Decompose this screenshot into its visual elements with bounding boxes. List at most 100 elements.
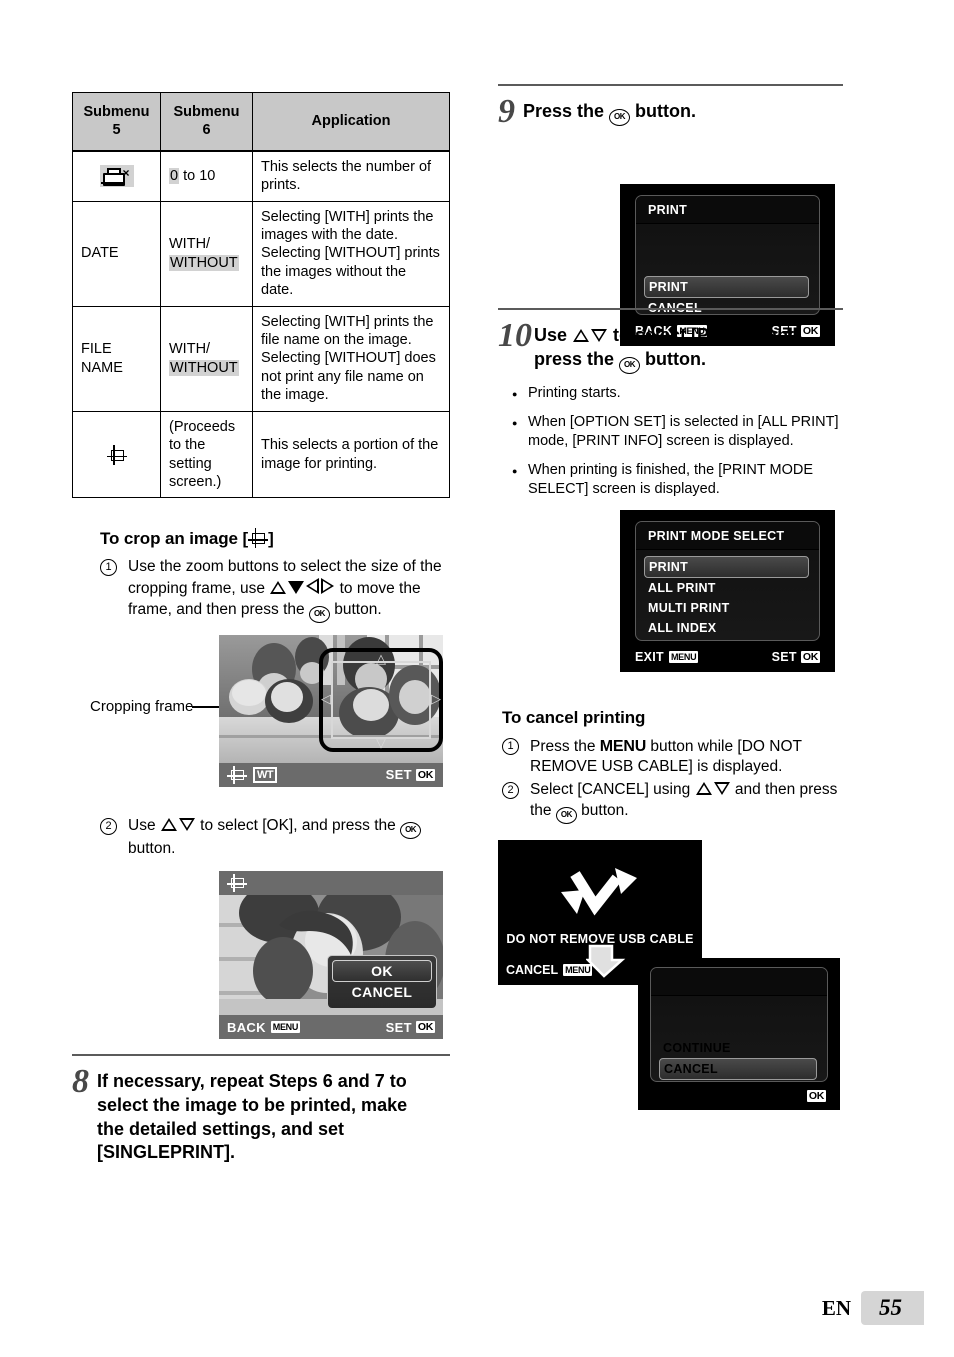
header-line1: Submenu (83, 104, 150, 120)
cancel-step-1: 1 Press the MENU button while [DO NOT RE… (502, 736, 843, 778)
set-label: SET (777, 1088, 803, 1103)
option-print-order[interactable]: PRINT ORDER (636, 638, 819, 640)
ok-cancel-popup[interactable]: OK CANCEL (327, 955, 437, 1010)
step-text-a: Use (128, 816, 160, 834)
crop-icon (227, 874, 247, 893)
note-item: When [OPTION SET] is selected in [ALL PR… (512, 413, 843, 452)
ok-key[interactable]: OK (415, 768, 435, 781)
ok-button-icon: OK (400, 821, 422, 839)
step-marker: 1 (100, 559, 117, 577)
table-row: FILE NAME WITH/WITHOUT Selecting [WITH] … (72, 305, 450, 412)
print-mode-footer: EXIT MENU SET OK (621, 643, 834, 671)
step-number: 9 (498, 93, 515, 130)
ok-key[interactable]: OK (800, 650, 820, 663)
option-all-print[interactable]: ALL PRINT (636, 578, 819, 598)
menu-key[interactable]: MENU (270, 1021, 301, 1034)
note-item: When printing is finished, the [PRINT MO… (512, 461, 843, 500)
cell-application-prints: This selects the number of prints. (252, 150, 450, 202)
step-text-a: Use (534, 325, 573, 346)
lcd-panel: PRINT MODE SELECT PRINT ALL PRINT MULTI … (635, 520, 820, 641)
exit-hint: EXIT MENU (635, 649, 699, 664)
submenu-application-table: Submenu 5 Submenu 6 Application × 0 to 1… (72, 91, 450, 499)
zoom-wt-key[interactable]: WT (253, 766, 278, 783)
option-print[interactable]: PRINT (644, 555, 809, 578)
option-line2-highlighted: WITHOUT (169, 254, 239, 271)
option-all-index[interactable]: ALL INDEX (636, 618, 819, 638)
flow-arrow-icon (586, 944, 626, 978)
option-multi-print[interactable]: MULTI PRINT (636, 598, 819, 618)
table-row: DATE WITH/WITHOUT Selecting [WITH] print… (72, 200, 450, 307)
page-number: 55 (861, 1291, 924, 1325)
arrow-down-icon (591, 329, 608, 343)
menu-key[interactable]: MENU (668, 650, 699, 663)
arrow-right-icon (321, 577, 335, 594)
set-ok-hint: SET OK (772, 650, 820, 664)
print-mode-options: PRINT ALL PRINT MULTI PRINT ALL INDEX PR… (636, 550, 819, 640)
step-10-block: 10 Use to select [PRINT], and press the … (498, 308, 843, 690)
cropping-frame-caption: Cropping frame (90, 697, 194, 715)
column-header-submenu6: Submenu 6 (160, 91, 253, 152)
crop-confirm-screen[interactable]: OK CANCEL BACK MENU SET OK (219, 871, 443, 1040)
cell-submenu6-range: 0 to 10 (160, 150, 253, 202)
manual-page: Submenu 5 Submenu 6 Application × 0 to 1… (0, 0, 954, 1357)
set-ok-hint: SET OK (778, 1089, 826, 1103)
option-line1: WITH/ (169, 341, 211, 358)
step-9-block: 9 Press the OK button. PRINT PRINT CANCE… (498, 84, 843, 347)
cell-submenu5-prints: × (72, 150, 161, 202)
header-line2: 6 (202, 122, 211, 139)
set-label: SET (771, 649, 797, 664)
cell-submenu5-filename: FILE NAME (72, 305, 161, 412)
table-row: (Proceeds to the setting screen.) This s… (72, 410, 450, 499)
usb-transfer-icon (561, 867, 637, 916)
step-text-b: button. (630, 101, 697, 121)
ok-key[interactable]: OK (806, 1089, 826, 1102)
cell-application-crop: This selects a portion of the image for … (252, 410, 450, 499)
cancel-label: CANCEL (506, 962, 559, 977)
note-item: Printing starts. (512, 384, 843, 404)
option-cancel[interactable]: CANCEL (659, 1057, 817, 1080)
exit-label: EXIT (635, 649, 664, 664)
crop-section-heading: To crop an image [] (100, 528, 450, 549)
option-print[interactable]: PRINT (644, 276, 809, 299)
step-marker: 2 (100, 817, 117, 835)
step-text-b: to select [OK], and press the (195, 816, 401, 834)
column-header-application: Application (252, 91, 450, 152)
ok-key[interactable]: OK (415, 1021, 435, 1034)
option-line1: WITH/ (169, 236, 211, 253)
section-divider (498, 308, 843, 311)
crop-confirm-bottom-bar: BACK MENU SET OK (219, 1015, 443, 1040)
range-text: to 10 (179, 168, 216, 185)
cell-application-date: Selecting [WITH] prints the images with … (252, 200, 450, 307)
step-marker: 2 (502, 782, 519, 800)
crop-step-2: 2 Use to select [OK], and press the OK b… (100, 816, 450, 860)
usb-cancel-screens-block: DO NOT REMOVE USB CABLE CANCEL MENU CONT… (498, 839, 843, 1130)
popup-option-cancel[interactable]: CANCEL (328, 982, 436, 1002)
step-8-block: 8 If necessary, repeat Steps 6 and 7 to … (72, 1054, 450, 1165)
ok-button-icon: OK (555, 806, 577, 824)
popup-option-ok[interactable]: OK (332, 960, 432, 983)
step-text-c: button. (329, 600, 382, 618)
cropping-frame-inner (331, 660, 431, 739)
crop-preview-screen[interactable]: △ ▽ ◁ ▷ WT SET OK (219, 634, 443, 787)
option-continue[interactable]: CONTINUE (651, 1038, 827, 1058)
ok-button-icon: OK (308, 605, 330, 623)
step-text-c: button. (128, 839, 176, 857)
crop-icon (248, 528, 269, 549)
set-label: SET (385, 1019, 412, 1035)
step-9-row: 9 Press the OK button. (498, 93, 843, 130)
print-mode-select-screen[interactable]: PRINT MODE SELECT PRINT ALL PRINT MULTI … (620, 509, 835, 672)
set-label: SET (385, 767, 412, 783)
step-text-c: button. (640, 349, 707, 370)
frame-arrow-down-icon: ▽ (376, 734, 386, 750)
header-line1: Submenu (173, 104, 240, 120)
crop-confirm-block: OK CANCEL BACK MENU SET OK (72, 871, 450, 1046)
frame-arrow-up-icon: △ (376, 650, 386, 666)
frame-arrow-left-icon: ◁ (321, 690, 331, 706)
step-marker: 1 (502, 737, 519, 755)
arrow-up-icon (160, 817, 177, 831)
heading-text-pre: To crop an image [ (100, 529, 249, 549)
arrow-down-icon (178, 817, 195, 831)
cell-application-filename: Selecting [WITH] prints the file name on… (252, 305, 450, 412)
continue-cancel-screen[interactable]: CONTINUE CANCEL SET OK (638, 957, 840, 1110)
lcd-panel: CONTINUE CANCEL (650, 966, 828, 1082)
